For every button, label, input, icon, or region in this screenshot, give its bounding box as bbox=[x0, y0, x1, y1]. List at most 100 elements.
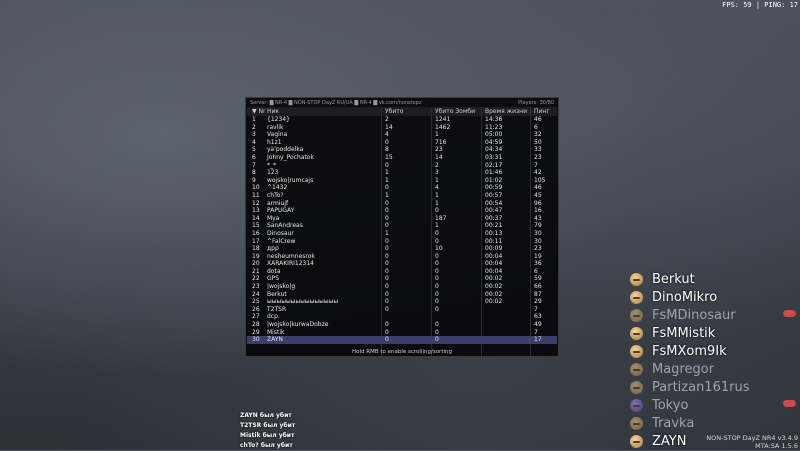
player-name: nesheumnesrok bbox=[267, 252, 315, 260]
version-game: NON-STOP DayZ NR4 v3.4.9 bbox=[706, 434, 798, 442]
player-alive-time: 00:04 bbox=[485, 252, 503, 260]
table-row[interactable]: 28 |wojsko|kurwaDobze 0 0 49 bbox=[247, 321, 557, 329]
table-row[interactable]: 16 Dinosaur 1 0 00:13 30 bbox=[247, 230, 557, 238]
player-ping: 87 bbox=[534, 290, 542, 298]
table-row[interactable]: 25 ыыыыыыыыыыыыыыы 0 0 00:02 29 bbox=[247, 298, 557, 306]
player-name: дрр bbox=[267, 245, 279, 253]
player-name: |wojsko|kurwaDobze bbox=[267, 321, 329, 329]
table-row[interactable]: 18 дрр 0 10 00:09 23 bbox=[247, 245, 557, 253]
player-list-name: Partizan161rus bbox=[652, 379, 750, 395]
table-row[interactable]: 1 {1234} 2 1241 14:36 46 bbox=[247, 116, 557, 124]
table-row[interactable]: 12 armiujf 0 1 00:54 96 bbox=[247, 200, 557, 208]
player-name: Vagina bbox=[267, 131, 288, 139]
table-row[interactable]: 26 T2TSR 0 0 7 bbox=[247, 306, 557, 314]
table-row[interactable]: 20 XARAKIRI12314 0 0 00:04 36 bbox=[247, 260, 557, 268]
voice-icon bbox=[783, 400, 796, 407]
table-row[interactable]: 15 SanAndreas 0 1 00:21 79 bbox=[247, 222, 557, 230]
player-zombie-kills: 2 bbox=[435, 161, 439, 169]
column-name[interactable]: Ник bbox=[267, 108, 279, 115]
table-row[interactable]: 21 dota 0 0 00:04 6 bbox=[247, 268, 557, 276]
player-name: |wojsko|g bbox=[267, 283, 296, 291]
table-row[interactable]: 24 Berkut 0 0 00:02 87 bbox=[247, 291, 557, 299]
player-kills: 0 bbox=[385, 298, 389, 306]
player-ping: 79 bbox=[534, 222, 542, 230]
row-number: 26 bbox=[252, 305, 260, 313]
player-ping: 33 bbox=[534, 146, 542, 154]
table-row[interactable]: 7 *_* 0 2 02:17 7 bbox=[247, 162, 557, 170]
player-name: h1z1 bbox=[267, 138, 282, 146]
row-number: 20 bbox=[252, 260, 260, 268]
column-number[interactable]: ▼ Nr bbox=[252, 108, 265, 115]
player-zombie-kills: 1 bbox=[435, 199, 439, 207]
table-row[interactable]: 13 PAPUGAY 0 0 00:47 16 bbox=[247, 207, 557, 215]
row-number: 18 bbox=[252, 245, 260, 253]
table-row[interactable]: 23 |wojsko|g 0 0 00:02 66 bbox=[247, 283, 557, 291]
player-face-icon bbox=[630, 308, 643, 322]
table-row[interactable]: 9 wojsko|rumcajs 1 1 01:02 105 bbox=[247, 177, 557, 185]
player-ping: 59 bbox=[534, 275, 542, 283]
column-kills[interactable]: Убито bbox=[385, 108, 403, 115]
player-zombie-kills: 14 bbox=[435, 153, 443, 161]
player-kills: 8 bbox=[385, 146, 389, 154]
table-row[interactable]: 17 ^FalCrew 0 0 00:11 30 bbox=[247, 238, 557, 246]
player-zombie-kills: 23 bbox=[435, 146, 443, 154]
player-alive-time: 00:59 bbox=[485, 184, 503, 192]
list-item: FsMMistik bbox=[630, 324, 749, 342]
player-kills: 0 bbox=[385, 252, 389, 260]
table-row[interactable]: 10 ^1432 0 4 00:59 46 bbox=[247, 184, 557, 192]
player-list-name: Berkut bbox=[652, 271, 695, 287]
player-alive-time: 02:17 bbox=[485, 161, 503, 169]
column-alive-time[interactable]: Время жизни bbox=[485, 108, 527, 115]
player-name: 123 bbox=[267, 169, 279, 177]
row-number: 3 bbox=[252, 131, 256, 139]
player-kills: 0 bbox=[385, 161, 389, 169]
table-row[interactable]: 11 chTo? 1 1 00:57 45 bbox=[247, 192, 557, 200]
row-number: 16 bbox=[252, 229, 260, 237]
player-zombie-kills: 0 bbox=[435, 283, 439, 291]
player-name: T2TSR bbox=[267, 305, 287, 313]
player-ping: 32 bbox=[534, 131, 542, 139]
table-row[interactable]: 27 dcp. 63 bbox=[247, 313, 557, 321]
player-zombie-kills: 1 bbox=[435, 191, 439, 199]
row-number: 15 bbox=[252, 222, 260, 230]
player-zombie-kills: 0 bbox=[435, 298, 439, 306]
player-name: Berkut bbox=[267, 290, 287, 298]
player-zombie-kills: 0 bbox=[435, 229, 439, 237]
column-zombie-kills[interactable]: Убито Зомби bbox=[435, 108, 475, 115]
player-alive-time: 05:00 bbox=[485, 131, 503, 139]
table-row[interactable]: 4 h1z1 0 716 04:59 50 bbox=[247, 139, 557, 147]
kill-message: T2TSR был убит bbox=[240, 422, 296, 429]
table-row[interactable]: 22 GPS 0 0 00:02 59 bbox=[247, 275, 557, 283]
player-list-name: Magregor bbox=[652, 361, 715, 377]
player-kills: 14 bbox=[385, 123, 393, 131]
player-zombie-kills: 0 bbox=[435, 336, 439, 344]
player-alive-time: 00:04 bbox=[485, 260, 503, 268]
player-zombie-kills: 0 bbox=[435, 328, 439, 336]
table-row[interactable]: 2 ravlik 14 1462 11:23 6 bbox=[247, 124, 557, 132]
table-row[interactable]: 3 Vagina 4 1 05:00 32 bbox=[247, 131, 557, 139]
table-row[interactable]: 5 ya'poddelka 8 23 04:34 33 bbox=[247, 146, 557, 154]
player-zombie-kills: 1 bbox=[435, 176, 439, 184]
player-ping: 30 bbox=[534, 237, 542, 245]
player-alive-time: 00:04 bbox=[485, 267, 503, 275]
table-row[interactable]: 14 Mya 0 187 00:37 43 bbox=[247, 215, 557, 223]
list-item: Magregor bbox=[630, 360, 749, 378]
table-row[interactable]: 8 123 1 3 01:46 42 bbox=[247, 169, 557, 177]
scoreboard-rows: 1 {1234} 2 1241 14:36 46 2 ravlik 14 1462 11:23 6 3 V… bbox=[247, 116, 557, 344]
player-name: Mistik bbox=[267, 328, 285, 336]
player-face-icon bbox=[630, 362, 643, 376]
table-row[interactable]: 30 ZAYN 0 0 17 bbox=[247, 336, 557, 344]
table-row[interactable]: 29 Mistik 0 0 7 bbox=[247, 329, 557, 337]
player-alive-time: 00:02 bbox=[485, 283, 503, 291]
player-ping: 46 bbox=[534, 116, 542, 123]
player-ping: 36 bbox=[534, 260, 542, 268]
column-ping[interactable]: Пинг bbox=[534, 108, 550, 115]
nearby-player-list: Berkut DinoMikro FsMDinosaur FsMMistik FsMXo… bbox=[630, 270, 749, 450]
player-name: PAPUGAY bbox=[267, 207, 295, 215]
list-item: Berkut bbox=[630, 270, 749, 288]
table-row[interactable]: 6 Johny_Pochatok 15 14 03:31 23 bbox=[247, 154, 557, 162]
row-number: 4 bbox=[252, 138, 256, 146]
player-zombie-kills: 187 bbox=[435, 214, 447, 222]
table-row[interactable]: 19 nesheumnesrok 0 0 00:04 19 bbox=[247, 253, 557, 261]
player-kills: 0 bbox=[385, 214, 389, 222]
